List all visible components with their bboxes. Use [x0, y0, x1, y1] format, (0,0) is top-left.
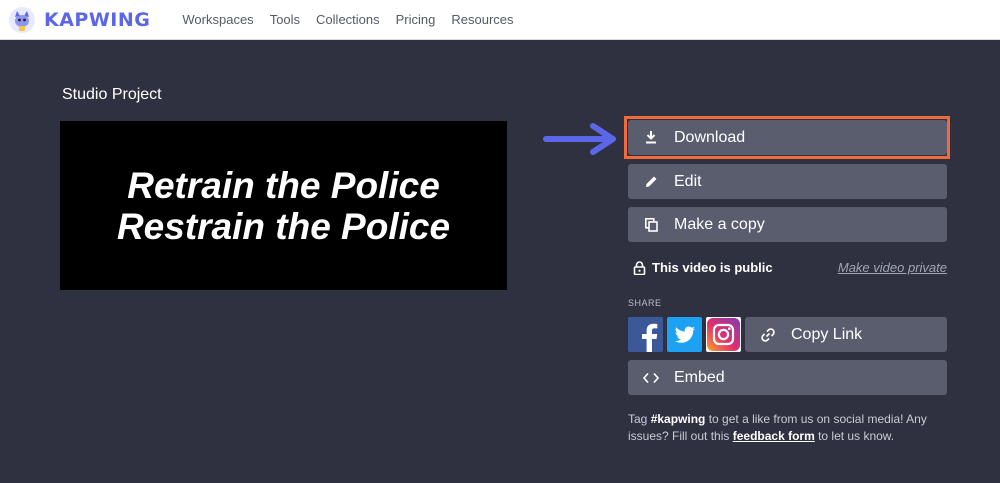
instagram-share-button[interactable] [706, 317, 741, 352]
copy-link-label: Copy Link [791, 325, 863, 343]
main-nav: Workspaces Tools Collections Pricing Res… [182, 12, 529, 27]
nav-workspaces[interactable]: Workspaces [182, 12, 253, 27]
video-preview[interactable]: Retrain the Police Restrain the Police [60, 121, 507, 290]
download-highlight-frame [624, 116, 950, 159]
arrow-right-icon [543, 123, 616, 155]
make-private-link[interactable]: Make video private [838, 260, 947, 275]
social-tag-note: Tag #kapwing to get a like from us on so… [628, 411, 948, 445]
twitter-icon [674, 326, 695, 343]
lock-icon [633, 260, 646, 275]
logo-text: KAPWING [44, 8, 151, 31]
kapwing-mascot-icon [9, 6, 35, 33]
facebook-icon [642, 323, 658, 352]
share-label: SHARE [628, 298, 662, 308]
facebook-share-button[interactable] [628, 317, 663, 352]
edit-label: Edit [674, 172, 702, 190]
preview-text-line-2: Restrain the Police [116, 205, 451, 247]
hashtag: #kapwing [650, 412, 706, 426]
footer-text-3: to let us know. [814, 429, 895, 443]
embed-label: Embed [674, 368, 725, 386]
twitter-share-button[interactable] [667, 317, 702, 352]
top-navbar: KAPWING Workspaces Tools Collections Pri… [0, 0, 1000, 40]
nav-pricing[interactable]: Pricing [396, 12, 436, 27]
nav-collections[interactable]: Collections [316, 12, 380, 27]
footer-text-1: Tag [628, 412, 651, 426]
feedback-form-link[interactable]: feedback form [733, 429, 815, 443]
instagram-icon [707, 318, 740, 351]
edit-button[interactable]: Edit [628, 164, 947, 199]
project-title: Studio Project [62, 86, 162, 103]
make-copy-button[interactable]: Make a copy [628, 207, 947, 242]
copy-link-button[interactable]: Copy Link [745, 317, 947, 352]
copy-icon [628, 217, 674, 232]
preview-text-line-1: Retrain the Police [127, 164, 440, 206]
link-icon [745, 327, 791, 343]
privacy-status: This video is public [652, 260, 773, 275]
privacy-row: This video is public Make video private [633, 260, 947, 275]
kapwing-logo[interactable]: KAPWING [8, 6, 150, 34]
make-copy-label: Make a copy [674, 215, 765, 233]
nav-resources[interactable]: Resources [451, 12, 513, 27]
code-icon [628, 372, 674, 384]
pencil-icon [628, 175, 674, 188]
nav-tools[interactable]: Tools [270, 12, 300, 27]
embed-button[interactable]: Embed [628, 360, 947, 395]
